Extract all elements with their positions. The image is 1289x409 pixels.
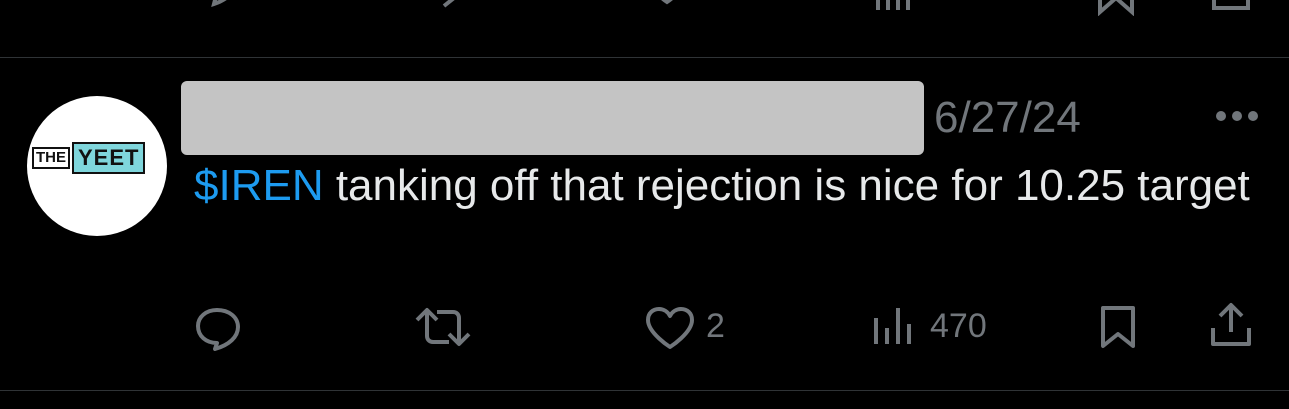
avatar-logo-yeet: YEET: [72, 142, 146, 174]
tweet-divider-top: [0, 57, 1289, 58]
retweet-icon[interactable]: [413, 306, 473, 348]
share-icon[interactable]: [1208, 0, 1254, 16]
avatar[interactable]: THE YEET: [27, 96, 167, 236]
cashtag-link[interactable]: $IREN: [194, 161, 324, 210]
tweet-text: $IREN tanking off that rejection is nice…: [194, 157, 1254, 215]
retweet-icon[interactable]: [420, 0, 476, 16]
redacted-author-name: [181, 81, 924, 155]
views-icon[interactable]: [872, 304, 916, 346]
tweet-date[interactable]: 6/27/24: [934, 94, 1081, 142]
tweet-body: tanking off that rejection is nice for 1…: [323, 161, 1250, 210]
reply-icon[interactable]: [196, 0, 244, 16]
tweet-divider-bottom: [0, 390, 1289, 391]
like-icon[interactable]: [644, 0, 690, 16]
bookmark-icon[interactable]: [1096, 0, 1136, 16]
bookmark-icon[interactable]: [1098, 304, 1138, 350]
like-count: 2: [706, 307, 725, 345]
views-icon[interactable]: [874, 0, 914, 16]
previous-tweet-actions: 1 300: [0, 0, 1289, 16]
view-count: 470: [930, 307, 987, 345]
avatar-logo-the: THE: [32, 147, 70, 169]
like-icon[interactable]: [644, 305, 696, 351]
reply-icon[interactable]: [193, 305, 243, 351]
share-icon[interactable]: [1208, 302, 1254, 348]
avatar-logo: THE YEET: [32, 142, 146, 174]
more-options-icon[interactable]: [1213, 106, 1261, 126]
